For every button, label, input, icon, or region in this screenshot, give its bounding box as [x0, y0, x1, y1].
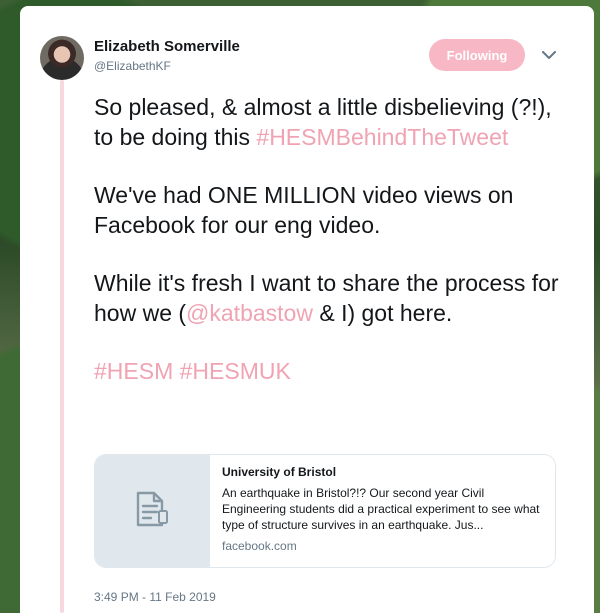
chevron-down-icon[interactable]	[540, 46, 558, 64]
tweet-text: So pleased, & almost a little disbelievi…	[94, 92, 564, 414]
tweet-text-segment: & I) got here.	[312, 300, 453, 326]
link-thumbnail	[95, 455, 210, 567]
tweet-paragraph-1: So pleased, & almost a little disbelievi…	[94, 92, 564, 152]
tweet-card: Elizabeth Somerville @ElizabethKF Follow…	[20, 6, 594, 613]
tweet-paragraph-3: While it's fresh I want to share the pro…	[94, 268, 564, 328]
link-text: University of Bristol An earthquake in B…	[210, 455, 555, 567]
link-description: An earthquake in Bristol?!? Our second y…	[222, 486, 540, 532]
link-domain: facebook.com	[222, 539, 297, 553]
hashtag-link[interactable]: #HESMBehindTheTweet	[256, 124, 508, 150]
tweet-timestamp[interactable]: 3:49 PM - 11 Feb 2019	[94, 590, 216, 604]
author-name[interactable]: Elizabeth Somerville	[94, 38, 240, 55]
avatar[interactable]	[40, 36, 84, 80]
author-handle[interactable]: @ElizabethKF	[94, 59, 171, 73]
following-button[interactable]: Following	[429, 39, 525, 71]
tweet-text-segment: We've had ONE MILLION video views on Fac…	[94, 182, 514, 238]
mention-link[interactable]: @katbastow	[186, 300, 313, 326]
tweet-paragraph-4: #HESM #HESMUK	[94, 356, 564, 386]
tweet-paragraph-2: We've had ONE MILLION video views on Fac…	[94, 180, 564, 240]
link-title: University of Bristol	[222, 465, 337, 479]
hashtag-link[interactable]: #HESM	[94, 358, 173, 384]
thread-line	[60, 80, 64, 613]
hashtag-link[interactable]: #HESMUK	[180, 358, 291, 384]
link-preview-card[interactable]: University of Bristol An earthquake in B…	[94, 454, 556, 568]
document-icon	[135, 491, 169, 532]
